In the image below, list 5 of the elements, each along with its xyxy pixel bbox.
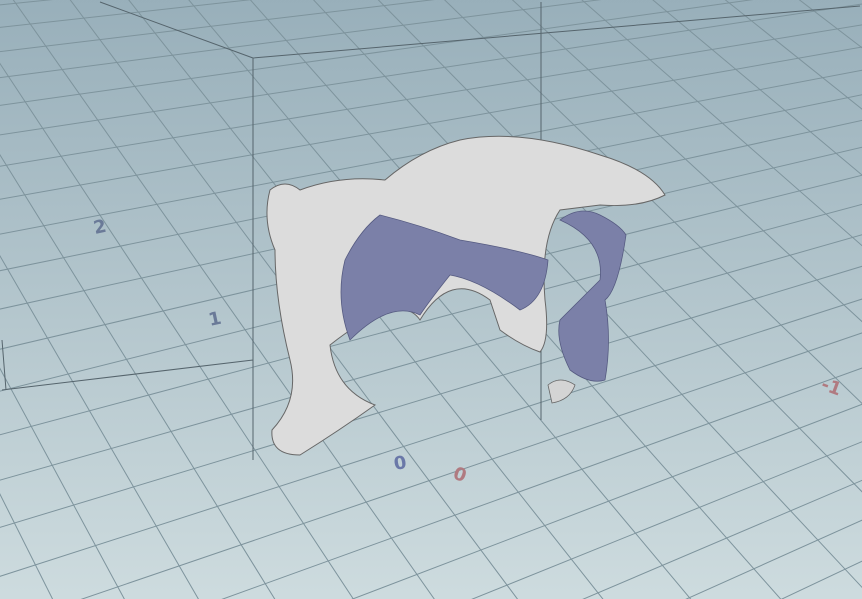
axis-label: 1	[206, 308, 224, 331]
axis-label: -1	[818, 374, 844, 401]
axis-label: 2	[92, 216, 108, 239]
axis-label: 0	[450, 462, 470, 487]
axis-label: 0	[392, 452, 408, 475]
